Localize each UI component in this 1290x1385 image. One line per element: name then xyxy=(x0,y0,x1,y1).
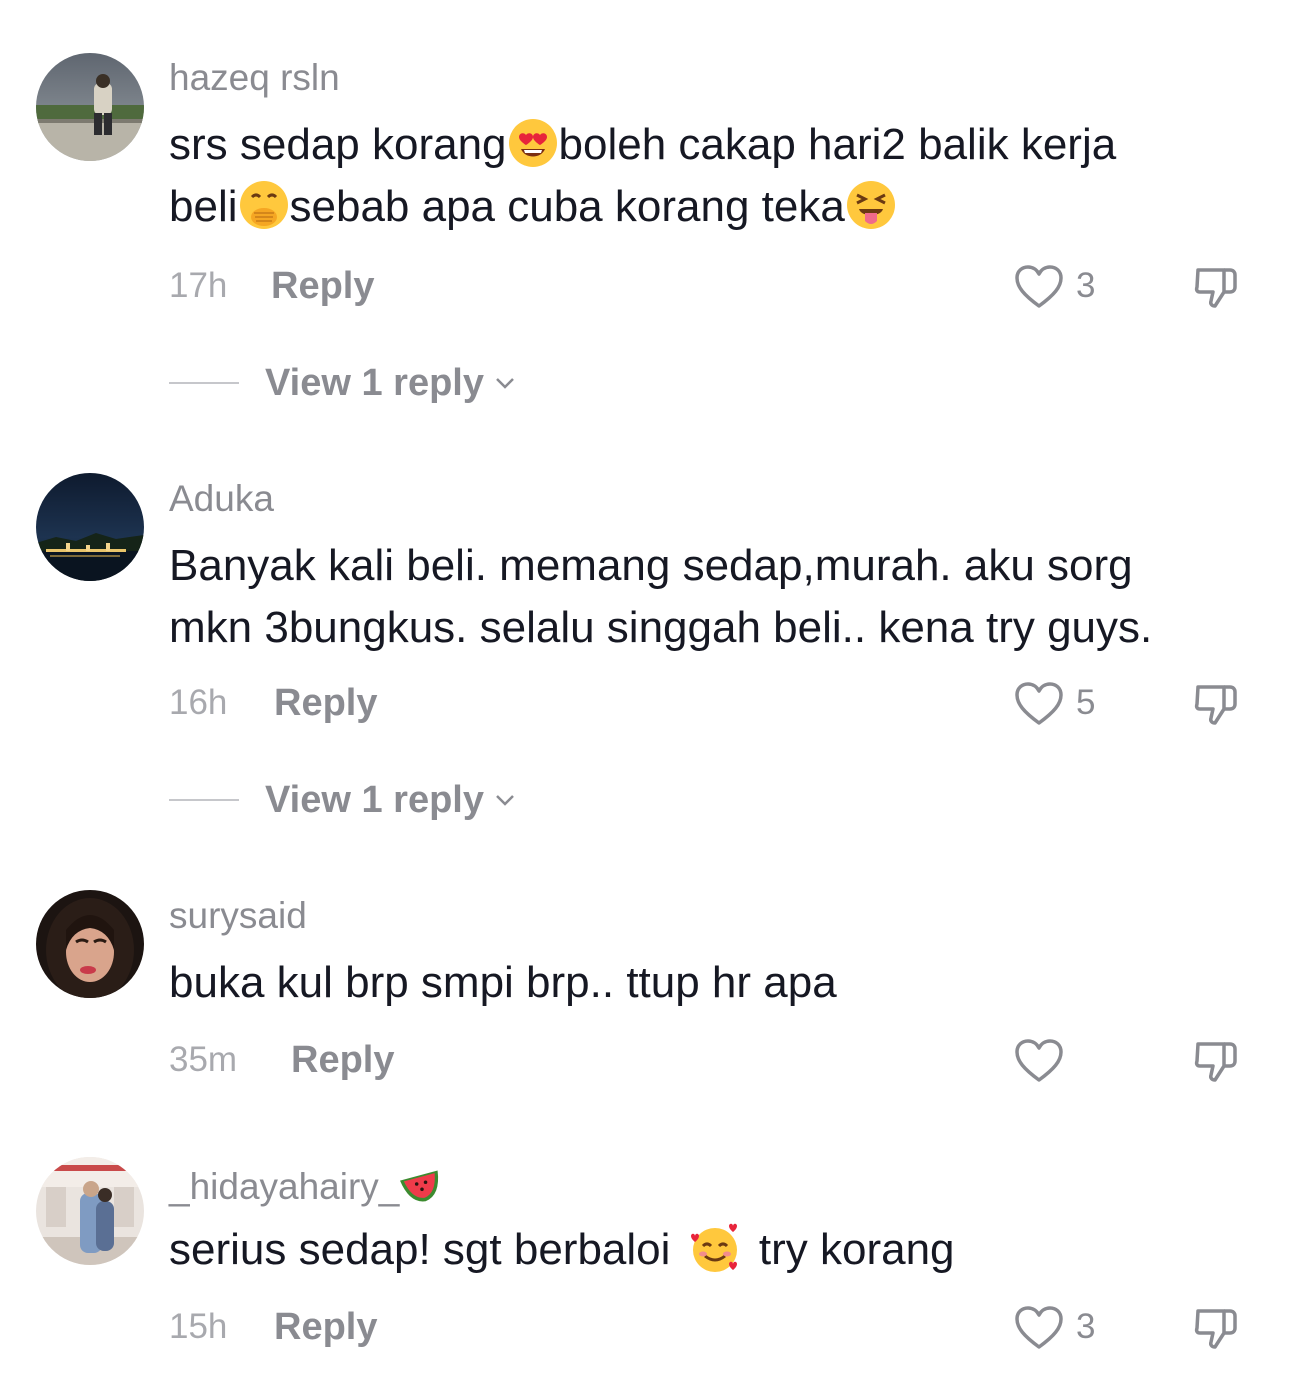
comment-text-line: beli sebab apa cuba korang teka xyxy=(169,176,1249,238)
chevron-down-icon xyxy=(496,795,514,806)
comment-username[interactable]: hazeq rsln xyxy=(169,56,340,100)
comment-text-segment: srs sedap korang xyxy=(169,120,507,169)
comment-text: srs sedap korang boleh cakap hari2 balik… xyxy=(169,114,1249,238)
like-count: 5 xyxy=(1076,683,1096,722)
comment-username[interactable]: _hidayahairy_ xyxy=(169,1161,445,1209)
comment-timestamp: 35m xyxy=(169,1040,238,1079)
reply-button[interactable]: Reply xyxy=(274,681,377,725)
hand-over-mouth-emoji xyxy=(238,179,290,231)
view-replies-label: View 1 reply xyxy=(265,779,484,821)
thumbs-down-icon xyxy=(1194,1309,1237,1349)
comment-timestamp: 16h xyxy=(169,683,228,722)
smiling-face-with-hearts-emoji xyxy=(689,1222,741,1274)
chevron-down-icon xyxy=(496,378,514,389)
thumbs-down-icon xyxy=(1194,1042,1237,1082)
avatar[interactable] xyxy=(36,53,144,161)
comment-text-line: serius sedap! sgt berbaloi try korang xyxy=(169,1219,1249,1281)
squinting-tongue-emoji xyxy=(845,179,897,231)
heart-eyes-emoji xyxy=(507,117,559,169)
thumbs-down-icon xyxy=(1194,685,1237,725)
view-replies-label: View 1 reply xyxy=(265,362,484,404)
avatar[interactable] xyxy=(36,890,144,998)
comment-text-segment: sebab apa cuba korang teka xyxy=(289,182,845,231)
comment-text: Banyak kali beli. memang sedap,murah. ak… xyxy=(169,535,1249,659)
comment-text: buka kul brp smpi brp.. ttup hr apa xyxy=(169,952,1249,1014)
avatar[interactable] xyxy=(36,473,144,581)
divider xyxy=(169,382,239,384)
comment-text-segment: beli xyxy=(169,182,238,231)
watermelon-emoji xyxy=(399,1161,445,1207)
comment-text: serius sedap! sgt berbaloi try korang xyxy=(169,1219,1249,1281)
comment-text-line: srs sedap korang boleh cakap hari2 balik… xyxy=(169,114,1249,176)
comment-text-segment: serius sedap! sgt berbaloi xyxy=(169,1225,671,1274)
comment-timestamp: 17h xyxy=(169,266,228,305)
like-button[interactable] xyxy=(1012,262,1066,312)
like-button[interactable] xyxy=(1012,1036,1066,1086)
heart-icon xyxy=(1015,1306,1063,1349)
comment-username-text: _hidayahairy_ xyxy=(169,1166,400,1207)
reply-button[interactable]: Reply xyxy=(274,1305,377,1349)
reply-button[interactable]: Reply xyxy=(271,264,374,308)
comment-timestamp: 15h xyxy=(169,1307,228,1346)
comment-text-line: mkn 3bungkus. selalu singgah beli.. kena… xyxy=(169,603,1153,652)
comment-text-segment: try korang xyxy=(758,1225,955,1274)
reply-button[interactable]: Reply xyxy=(291,1038,394,1082)
view-replies-button[interactable]: View 1 reply xyxy=(169,361,518,405)
comment-text-line: Banyak kali beli. memang sedap,murah. ak… xyxy=(169,541,1133,590)
heart-icon xyxy=(1015,1039,1063,1082)
comment-text-segment: boleh cakap hari2 balik kerja xyxy=(558,120,1117,169)
dislike-button[interactable] xyxy=(1190,677,1244,731)
dislike-button[interactable] xyxy=(1190,1301,1244,1355)
view-replies-button[interactable]: View 1 reply xyxy=(169,778,518,822)
like-button[interactable] xyxy=(1012,679,1066,729)
heart-icon xyxy=(1015,682,1063,725)
heart-icon xyxy=(1015,265,1063,308)
thumbs-down-icon xyxy=(1194,268,1237,308)
comment-text-line: buka kul brp smpi brp.. ttup hr apa xyxy=(169,958,837,1007)
dislike-button[interactable] xyxy=(1190,260,1244,314)
comment-username[interactable]: surysaid xyxy=(169,894,307,938)
like-count: 3 xyxy=(1076,1307,1096,1346)
comment-username[interactable]: Aduka xyxy=(169,477,274,521)
divider xyxy=(169,799,239,801)
dislike-button[interactable] xyxy=(1190,1034,1244,1088)
avatar[interactable] xyxy=(36,1157,144,1265)
like-count: 3 xyxy=(1076,266,1096,305)
like-button[interactable] xyxy=(1012,1303,1066,1353)
